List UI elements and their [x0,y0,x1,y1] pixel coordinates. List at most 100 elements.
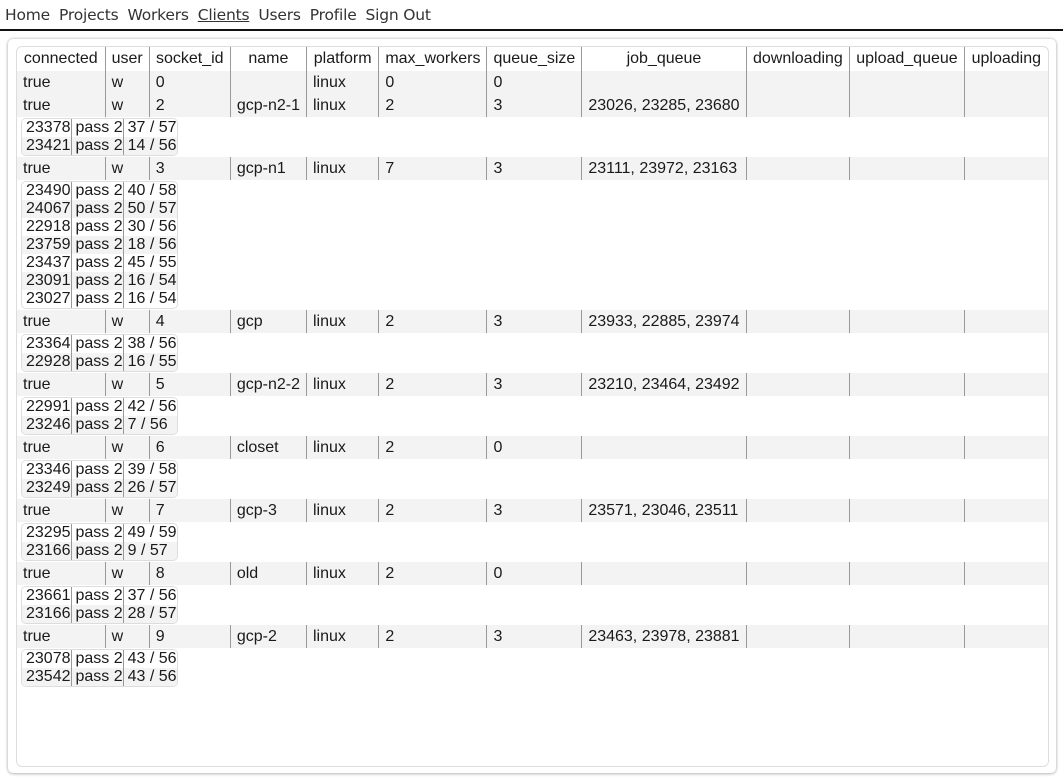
active-jobs-table: 23490 pass 2 40 / 58 24067 pass 2 50 / 57 2291… [21,181,178,309]
cell-downloading [745,625,850,648]
client-jobs-cell: 23378 pass 2 37 / 57 23421 pass 2 14 / 56 [17,117,1048,157]
job-row: 23490 pass 2 40 / 58 [22,182,177,200]
cell-queue-size: 3 [486,94,582,117]
cell-downloading [745,373,850,396]
active-jobs-table: 23078 pass 2 43 / 56 23542 pass 2 43 / 56 [21,649,178,687]
job-pass: pass 2 [70,236,123,254]
job-row: 23078 pass 2 43 / 56 [22,650,177,668]
job-row: 23295 pass 2 49 / 59 [22,524,177,542]
cell-user: w [104,625,150,648]
client-jobs-cell: 23490 pass 2 40 / 58 24067 pass 2 50 / 57 2291… [17,180,1048,310]
job-progress: 43 / 56 [122,668,177,686]
job-progress: 38 / 56 [122,335,177,353]
job-progress: 30 / 56 [122,218,177,236]
client-jobs-cell: 23661 pass 2 37 / 56 23166 pass 2 28 / 57 [17,585,1048,625]
client-jobs-row: 23295 pass 2 49 / 59 23166 pass 29 / 57 [17,522,1048,562]
job-pass: pass 2 [70,524,123,542]
cell-uploading [963,310,1048,333]
cell-name: closet [229,436,307,459]
nav-home[interactable]: Home [5,6,50,24]
job-id: 23759 [22,236,71,254]
job-id: 23166 [22,605,71,623]
client-row: true w 0 linux 0 0 [17,71,1048,94]
cell-uploading [963,71,1048,94]
cell-connected: true [17,71,106,94]
client-row: true w 6 closet linux 2 0 [17,436,1048,459]
job-id: 23078 [22,650,71,668]
job-pass: pass 2 [70,137,123,155]
cell-name [229,71,307,94]
job-row: 23421 pass 2 14 / 56 [22,137,177,155]
job-pass: pass 2 [70,218,123,236]
job-pass: pass 2 [70,272,123,290]
job-id: 23246 [22,416,71,434]
cell-downloading [745,71,850,94]
job-progress: 14 / 56 [122,137,177,155]
cell-uploading [963,436,1048,459]
cell-user: w [104,499,150,522]
active-jobs-table: 23378 pass 2 37 / 57 23421 pass 2 14 / 56 [21,118,178,156]
cell-platform: linux [305,157,379,180]
cell-user: w [104,94,150,117]
job-id: 23490 [22,182,71,200]
job-pass: pass 2 [70,461,123,479]
nav-clients[interactable]: Clients [198,6,250,24]
cell-platform: linux [305,373,379,396]
cell-user: w [104,373,150,396]
cell-downloading [745,499,850,522]
nav-projects[interactable]: Projects [59,6,119,24]
nav-sign-out[interactable]: Sign Out [366,6,431,24]
job-row: 23166 pass 2 28 / 57 [22,605,177,623]
job-id: 23437 [22,254,71,272]
cell-queue-size: 3 [486,310,582,333]
job-pass: pass 2 [70,605,123,623]
cell-job-queue: 23463, 23978, 23881 [581,625,747,648]
job-row: 23437 pass 2 45 / 55 [22,254,177,272]
cell-downloading [745,157,850,180]
header-connected: connected [23,50,98,67]
cell-queue-size: 0 [486,562,582,585]
cell-socket-id: 9 [148,625,231,648]
client-row: true w 4 gcp linux 2 3 23933, 22885, 23974 [17,310,1048,333]
cell-job-queue [581,71,747,94]
cell-job-queue [581,562,747,585]
client-jobs-row: 23078 pass 2 43 / 56 23542 pass 2 43 / 56 [17,648,1048,688]
nav-workers[interactable]: Workers [128,6,189,24]
job-row: 23091 pass 2 16 / 54 [22,272,177,290]
nav-users[interactable]: Users [258,6,301,24]
job-row: 23346 pass 2 39 / 58 [22,461,177,479]
cell-platform: linux [305,625,379,648]
job-id: 23346 [22,461,71,479]
cell-queue-size: 0 [486,436,582,459]
cell-name: gcp [229,310,307,333]
cell-name: gcp-n2-2 [229,373,307,396]
cell-upload-queue [849,71,965,94]
nav-profile[interactable]: Profile [310,6,357,24]
cell-platform: linux [305,71,379,94]
client-jobs-cell: 22991 pass 2 42 / 56 23246 pass 27 / 56 [17,396,1048,436]
header-name: name [229,47,307,71]
cell-user: w [104,310,150,333]
active-jobs-table: 23364 pass 2 38 / 56 22928 pass 2 16 / 55 [21,334,178,372]
clients-card: connected user socket_id name platform m… [8,39,1056,773]
job-progress: 9 / 57 [122,542,177,560]
cell-platform: linux [305,94,379,117]
cell-upload-queue [849,94,965,117]
cell-user: w [104,562,150,585]
job-pass: pass 2 [70,668,123,686]
job-progress: 16 / 54 [122,290,177,308]
cell-connected: true [17,157,106,180]
job-row: 23364 pass 2 38 / 56 [22,335,177,353]
job-progress: 26 / 57 [122,479,177,497]
cell-connected: true [17,436,106,459]
active-jobs-table: 22991 pass 2 42 / 56 23246 pass 27 / 56 [21,397,178,435]
client-jobs-cell: 23078 pass 2 43 / 56 23542 pass 2 43 / 56 [17,648,1048,688]
job-row: 23027 pass 2 16 / 54 [22,290,177,308]
active-jobs-table: 23295 pass 2 49 / 59 23166 pass 29 / 57 [21,523,178,561]
cell-queue-size: 3 [486,157,582,180]
job-row: 23378 pass 2 37 / 57 [22,119,177,137]
client-row: true w 8 old linux 2 0 [17,562,1048,585]
client-row: true w 9 gcp-2 linux 2 3 23463, 23978, 23881 [17,625,1048,648]
cell-upload-queue [849,499,965,522]
job-progress: 7 / 56 [122,416,177,434]
